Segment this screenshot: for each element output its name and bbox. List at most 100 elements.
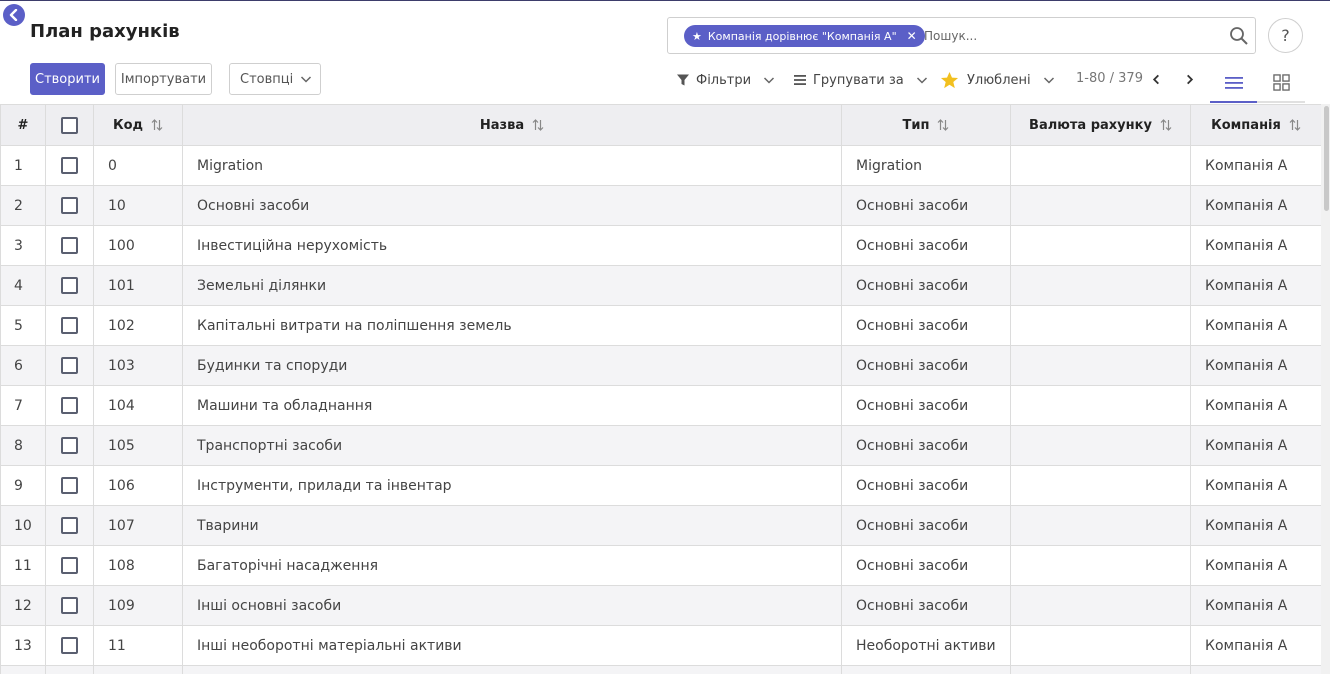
row-checkbox[interactable] xyxy=(61,397,78,414)
row-checkbox[interactable] xyxy=(61,197,78,214)
table-row[interactable]: 8 105 Транспортні засоби Основні засоби Комп… xyxy=(0,425,1321,466)
row-checkbox-cell[interactable] xyxy=(45,305,94,346)
help-button[interactable]: ? xyxy=(1268,18,1303,53)
back-button[interactable] xyxy=(3,4,25,26)
search-icon[interactable] xyxy=(1229,26,1249,46)
row-checkbox[interactable] xyxy=(61,437,78,454)
column-header-type[interactable]: Тип xyxy=(841,104,1011,146)
table-row[interactable]: 2 10 Основні засоби Основні засоби Компанія … xyxy=(0,185,1321,226)
cell-name: Багаторічні насадження xyxy=(182,545,842,586)
row-checkbox[interactable] xyxy=(61,157,78,174)
table-row[interactable]: 11 108 Багаторічні насадження Основні засоб… xyxy=(0,545,1321,586)
row-checkbox-cell[interactable] xyxy=(45,545,94,586)
create-button[interactable]: Створити xyxy=(30,63,105,95)
cell-currency xyxy=(1010,345,1191,386)
cell-company: Компанія А xyxy=(1190,305,1321,346)
row-checkbox[interactable] xyxy=(61,277,78,294)
sort-icon xyxy=(532,119,544,131)
row-checkbox-cell[interactable] xyxy=(45,385,94,426)
cell-type: Основні засоби xyxy=(841,545,1011,586)
sort-icon xyxy=(151,119,163,131)
vertical-scrollbar[interactable] xyxy=(1321,104,1330,674)
table-body: 1 0 Migration Migration Компанія А 2 10 Основні… xyxy=(0,145,1321,674)
table-row[interactable]: 1 0 Migration Migration Компанія А xyxy=(0,145,1321,186)
row-checkbox-cell[interactable] xyxy=(45,465,94,506)
cell-company: Компанія А xyxy=(1190,345,1321,386)
select-all-checkbox[interactable] xyxy=(61,116,78,134)
column-header-currency[interactable]: Валюта рахунку xyxy=(1010,104,1191,146)
cell-name: Інші основні засоби xyxy=(182,585,842,626)
accounts-table-container: # Код Назва Тип Валюта рахунку Компанія … xyxy=(0,104,1321,674)
table-row[interactable]: 3 100 Інвестиційна нерухомість Основні засо… xyxy=(0,225,1321,266)
row-checkbox[interactable] xyxy=(61,357,78,374)
row-checkbox-cell[interactable] xyxy=(45,625,94,666)
search-bar[interactable]: ★ Компанія дорівнює "Компанія А" ✕ xyxy=(667,17,1256,54)
cell-code: 102 xyxy=(93,305,183,346)
list-view-button[interactable] xyxy=(1210,64,1258,103)
search-input[interactable] xyxy=(924,27,1224,45)
row-number: 4 xyxy=(0,265,46,306)
row-checkbox-cell[interactable] xyxy=(45,425,94,466)
cell-code: 104 xyxy=(93,385,183,426)
table-row[interactable]: 6 103 Будинки та споруди Основні засоби Комп… xyxy=(0,345,1321,386)
import-button[interactable]: Імпортувати xyxy=(115,63,212,95)
columns-dropdown-button[interactable]: Стовпці xyxy=(229,63,321,95)
row-checkbox-cell[interactable] xyxy=(45,505,94,546)
cell-currency xyxy=(1010,145,1191,186)
row-checkbox[interactable] xyxy=(61,637,78,654)
row-number: 2 xyxy=(0,185,46,226)
row-checkbox-cell[interactable] xyxy=(45,265,94,306)
select-all-checkbox-cell[interactable] xyxy=(45,104,94,146)
table-row[interactable]: 9 106 Інструменти, прилади та інвентар Осно… xyxy=(0,465,1321,506)
cell-type: Основні засоби xyxy=(841,425,1011,466)
column-header-company-label: Компанія xyxy=(1211,117,1281,133)
cell-company: Компанія А xyxy=(1190,545,1321,586)
search-facet[interactable]: ★ Компанія дорівнює "Компанія А" ✕ xyxy=(684,25,925,47)
pager-previous-button[interactable] xyxy=(1148,70,1164,88)
table-row[interactable]: 5 102 Капітальні витрати на поліпшення зем… xyxy=(0,305,1321,346)
cell-code: 10 xyxy=(93,185,183,226)
row-checkbox[interactable] xyxy=(61,317,78,334)
group-by-dropdown[interactable]: Групувати за xyxy=(793,70,928,90)
cell-code: 107 xyxy=(93,505,183,546)
row-checkbox[interactable] xyxy=(61,237,78,254)
cell-code: 109 xyxy=(93,585,183,626)
table-row[interactable]: 10 107 Тварини Основні засоби Компанія А xyxy=(0,505,1321,546)
row-checkbox[interactable] xyxy=(61,557,78,574)
pager-value[interactable]: 1-80 / 379 xyxy=(1076,71,1143,86)
cell-code: 103 xyxy=(93,345,183,386)
column-header-company[interactable]: Компанія xyxy=(1190,104,1321,146)
pager-next-button[interactable] xyxy=(1181,70,1197,88)
row-checkbox-cell[interactable] xyxy=(45,145,94,186)
cell-company: Компанія А xyxy=(1190,145,1321,186)
column-header-code[interactable]: Код xyxy=(93,104,183,146)
cell-company xyxy=(1190,665,1321,674)
cell-type: Migration xyxy=(841,145,1011,186)
cell-code: 101 xyxy=(93,265,183,306)
filter-icon xyxy=(677,74,689,86)
table-row[interactable] xyxy=(0,665,1321,674)
sort-icon xyxy=(1160,119,1172,131)
row-number: 7 xyxy=(0,385,46,426)
scrollbar-thumb[interactable] xyxy=(1324,106,1329,211)
close-icon[interactable]: ✕ xyxy=(907,29,917,43)
row-checkbox[interactable] xyxy=(61,597,78,614)
row-checkbox[interactable] xyxy=(61,477,78,494)
table-row[interactable]: 7 104 Машини та обладнання Основні засоби Ко… xyxy=(0,385,1321,426)
kanban-view-button[interactable] xyxy=(1257,64,1305,103)
favorites-dropdown[interactable]: Улюблені xyxy=(940,70,1055,90)
row-checkbox-cell[interactable] xyxy=(45,185,94,226)
top-border xyxy=(0,0,1330,1)
table-row[interactable]: 12 109 Інші основні засоби Основні засоби Ко… xyxy=(0,585,1321,626)
table-row[interactable]: 13 11 Інші необоротні матеріальні активи Не… xyxy=(0,625,1321,666)
column-header-name[interactable]: Назва xyxy=(182,104,842,146)
filters-dropdown[interactable]: Фільтри xyxy=(676,70,775,90)
cell-name: Транспортні засоби xyxy=(182,425,842,466)
row-checkbox-cell[interactable] xyxy=(45,665,94,674)
chevron-right-icon xyxy=(1186,74,1193,84)
table-row[interactable]: 4 101 Земельні ділянки Основні засоби Компан… xyxy=(0,265,1321,306)
row-checkbox-cell[interactable] xyxy=(45,345,94,386)
row-checkbox-cell[interactable] xyxy=(45,225,94,266)
row-checkbox[interactable] xyxy=(61,517,78,534)
row-checkbox-cell[interactable] xyxy=(45,585,94,626)
